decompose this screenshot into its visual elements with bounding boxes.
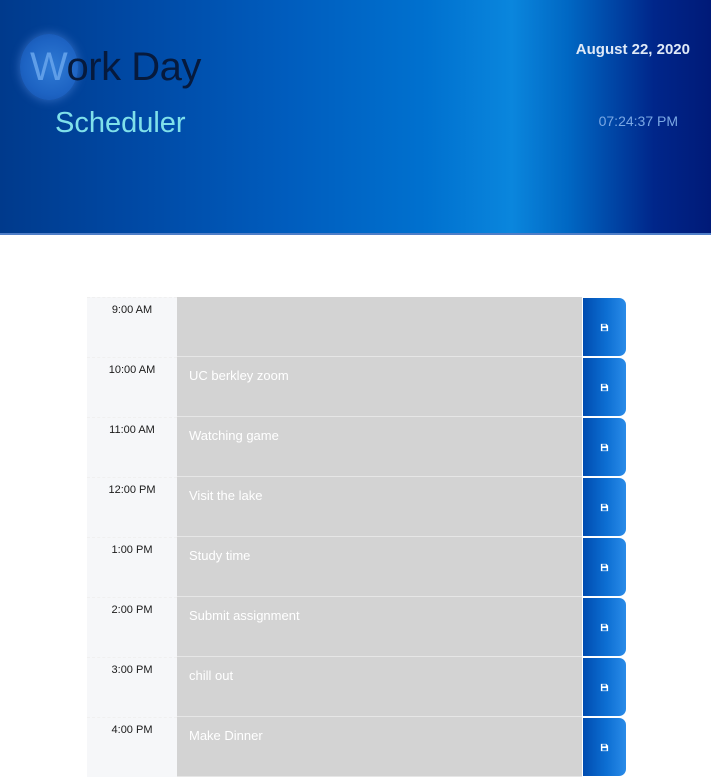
task-input[interactable]: Submit assignment	[177, 597, 582, 657]
save-button[interactable]	[583, 718, 626, 776]
title-first-letter: W	[30, 45, 67, 89]
current-time: 07:24:37 PM	[598, 113, 678, 129]
task-input[interactable]: Watching game	[177, 417, 582, 477]
hour-label: 4:00 PM	[87, 717, 177, 777]
save-button[interactable]	[583, 358, 626, 416]
save-icon	[600, 443, 609, 451]
task-input[interactable]: Visit the lake	[177, 477, 582, 537]
time-block: 10:00 AM UC berkley zoom	[87, 357, 626, 417]
hour-label: 2:00 PM	[87, 597, 177, 657]
time-block: 1:00 PM Study time	[87, 537, 626, 597]
page-title: Work Day	[30, 42, 201, 92]
task-input[interactable]	[177, 297, 582, 357]
time-block: 3:00 PM chill out	[87, 657, 626, 717]
time-block: 11:00 AM Watching game	[87, 417, 626, 477]
hour-label: 3:00 PM	[87, 657, 177, 717]
scheduler: 9:00 AM 10:00 AM UC berkley zoom 11:00 A…	[87, 297, 626, 777]
save-icon	[600, 743, 609, 751]
save-icon	[600, 623, 609, 631]
hour-label: 10:00 AM	[87, 357, 177, 417]
page-header: Work Day Scheduler August 22, 2020 07:24…	[0, 0, 711, 235]
save-icon	[600, 383, 609, 391]
hour-label: 12:00 PM	[87, 477, 177, 537]
hour-label: 11:00 AM	[87, 417, 177, 477]
current-date: August 22, 2020	[575, 41, 690, 58]
time-block: 12:00 PM Visit the lake	[87, 477, 626, 537]
time-block: 9:00 AM	[87, 297, 626, 357]
hour-label: 1:00 PM	[87, 537, 177, 597]
save-icon	[600, 683, 609, 691]
task-input[interactable]: Make Dinner	[177, 717, 582, 777]
save-icon	[600, 503, 609, 511]
time-block: 4:00 PM Make Dinner	[87, 717, 626, 777]
save-icon	[600, 323, 609, 331]
title-rest: ork Day	[66, 45, 202, 89]
task-input[interactable]: Study time	[177, 537, 582, 597]
time-block: 2:00 PM Submit assignment	[87, 597, 626, 657]
task-input[interactable]: UC berkley zoom	[177, 357, 582, 417]
page-subtitle: Scheduler	[55, 107, 186, 139]
save-button[interactable]	[583, 598, 626, 656]
save-button[interactable]	[583, 538, 626, 596]
save-button[interactable]	[583, 478, 626, 536]
save-button[interactable]	[583, 418, 626, 476]
save-button[interactable]	[583, 298, 626, 356]
save-icon	[600, 563, 609, 571]
save-button[interactable]	[583, 658, 626, 716]
task-input[interactable]: chill out	[177, 657, 582, 717]
hour-label: 9:00 AM	[87, 297, 177, 357]
